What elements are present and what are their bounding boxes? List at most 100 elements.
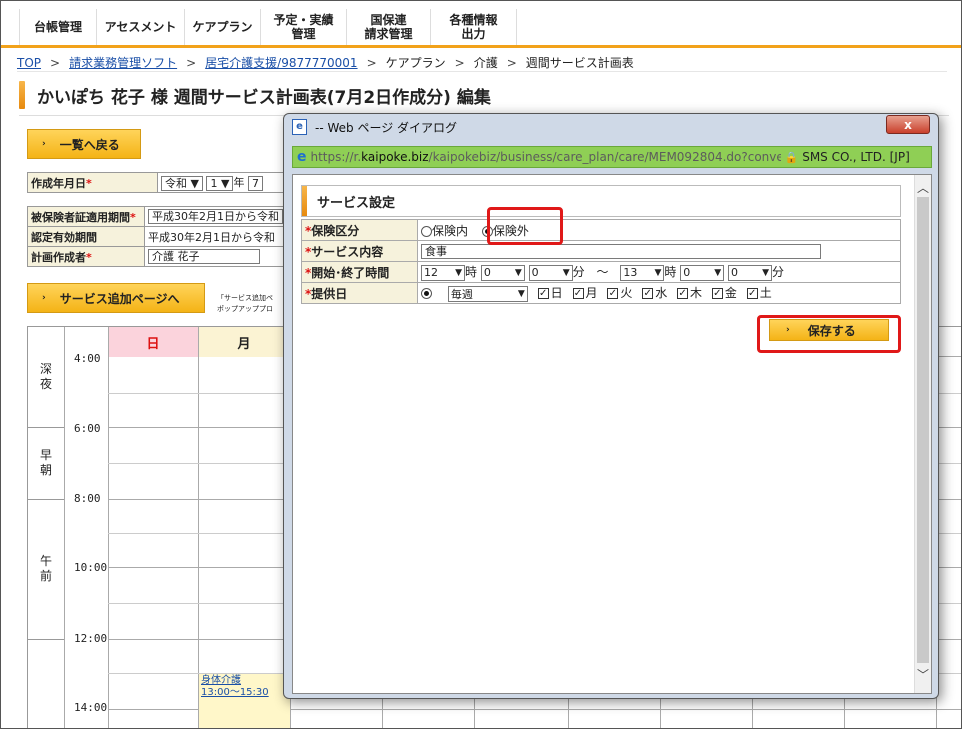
add-service-page-button[interactable]: › サービス追加ページへ (27, 283, 205, 313)
radio-insured[interactable] (421, 225, 432, 237)
section-accent-bar (302, 186, 307, 216)
insured-period-field[interactable]: 平成30年2月1日から令和 (144, 206, 287, 227)
breadcrumb-billing-soft[interactable]: 請求業務管理ソフト (69, 56, 177, 70)
highlight-box (487, 207, 563, 245)
grid-line (108, 327, 109, 728)
ie-page-icon: e (292, 119, 307, 135)
start-minute2-select[interactable]: 0 ▼ (528, 264, 573, 281)
ie-logo-icon: e (297, 149, 307, 165)
day-header-mon: 月 (198, 327, 290, 357)
weekday-label: 日 (550, 286, 563, 301)
tab-billing[interactable]: 国保連 請求管理 (347, 9, 431, 45)
checkbox-sat[interactable]: ✓ (746, 288, 758, 300)
time-label: 6:00 (74, 422, 101, 435)
tab-careplan[interactable]: ケアプラン (185, 9, 261, 45)
arrow-right-icon: › (42, 293, 46, 303)
tab-assessment[interactable]: アセスメント (97, 9, 185, 45)
checkbox-wed[interactable]: ✓ (642, 288, 654, 300)
close-button[interactable]: x (886, 115, 930, 134)
highlight-box (757, 315, 901, 353)
weekday-label: 木 (690, 286, 703, 301)
weekday-label: 月 (585, 286, 598, 301)
time-range-label: *開始･終了時間 (301, 261, 418, 283)
time-label: 12:00 (74, 632, 108, 645)
weekday-label: 火 (620, 286, 633, 301)
event-time: 13:00〜15:30 (201, 687, 269, 698)
time-range-fields: 12 ▼ 時 0 ▼ 0 ▼ 分 〜 13 ▼ 時 0 ▼ 0 ▼ 分 (417, 261, 901, 283)
service-days-fields: 毎週 ▼ ✓ 日 ✓ 月 ✓ 火 ✓ 水 ✓ 木 ✓ 金 ✓ 土 (417, 282, 901, 304)
chevron-down-icon[interactable]: ﹀ (917, 666, 929, 683)
vertical-scrollbar[interactable]: ︿ ﹀ (914, 175, 931, 693)
tab-label: ケアプラン (192, 20, 253, 34)
time-label: 8:00 (74, 492, 101, 505)
schedule-event[interactable]: 身体介護 13:00〜15:30 (198, 674, 290, 728)
radio-weekly[interactable] (421, 288, 432, 300)
breadcrumb-top[interactable]: TOP (17, 56, 41, 70)
end-hour-select[interactable]: 13 ▼ (620, 264, 665, 281)
grid-line (198, 327, 199, 728)
weekday-label: 金 (724, 286, 737, 301)
breadcrumb-sep: > (50, 56, 61, 70)
era-select[interactable]: 令和 ▼ (161, 175, 203, 191)
dialog-content: サービス設定 *保険区分 保険内 保険外 *サービス内容 食事 *開始･終了時間 (292, 174, 932, 694)
breadcrumb: TOP > 請求業務管理ソフト > 居宅介護支援/9877770001 > ケアプラン > 介護… (17, 54, 634, 71)
chevron-up-icon[interactable]: ︿ (917, 179, 929, 196)
minute-unit: 分 (772, 265, 785, 280)
note-line: 「サービス追加ペ (217, 294, 273, 302)
breadcrumb-office[interactable]: 居宅介護支援/9877770001 (205, 56, 357, 70)
breadcrumb-sep: > (454, 56, 465, 70)
web-page-dialog: e -- Web ページ ダイアログ x e https://r.kaipoke… (283, 113, 939, 699)
month-select[interactable]: 1 ▼ (206, 175, 234, 191)
breadcrumb-sep: > (506, 56, 517, 70)
note-line: ポップアッププロ (217, 305, 273, 313)
tab-ledger[interactable]: 台帳管理 (19, 9, 97, 45)
cert-period-label: 認定有効期間 (27, 226, 145, 247)
day-field[interactable]: 7 (247, 175, 263, 191)
checkbox-mon[interactable]: ✓ (572, 288, 584, 300)
band-divider (28, 499, 64, 500)
day-header-sun: 日 (108, 327, 198, 357)
end-minute2-select[interactable]: 0 ▼ (728, 264, 773, 281)
time-label: 4:00 (74, 352, 101, 365)
tab-label: 各種情報 出力 (449, 13, 498, 41)
tab-schedule[interactable]: 予定・実績 管理 (261, 9, 347, 45)
start-minute-select[interactable]: 0 ▼ (480, 264, 525, 281)
band-divider (28, 639, 64, 640)
service-content-input[interactable]: 食事 (421, 243, 821, 259)
page-title-text: かいぽち 花子 様 週間サービス計画表(7月2日作成分) 編集 (37, 87, 491, 108)
checkbox-thu[interactable]: ✓ (677, 288, 689, 300)
back-to-list-button[interactable]: › 一覧へ戻る (27, 129, 141, 159)
plan-date-table: 作成年月日* 令和 ▼ 1 ▼ 年 7 (27, 172, 287, 193)
service-days-label: *提供日 (301, 282, 418, 304)
lock-icon: 🔒 (784, 150, 799, 164)
divider (17, 71, 947, 72)
hour-unit: 時 (664, 265, 677, 280)
weekday-label: 土 (759, 286, 772, 301)
service-settings-table: *保険区分 保険内 保険外 *サービス内容 食事 *開始･終了時間 12 ▼ 時 0… (301, 219, 901, 304)
weekday-label: 水 (655, 286, 668, 301)
tab-label: 台帳管理 (33, 20, 82, 34)
planner-field[interactable]: 介護 花子 (144, 246, 287, 267)
planner-label: 計画作成者* (27, 246, 145, 267)
start-hour-select[interactable]: 12 ▼ (421, 264, 465, 281)
checkbox-sun[interactable]: ✓ (537, 288, 549, 300)
button-label: 一覧へ戻る (59, 137, 120, 152)
tab-label: 予定・実績 管理 (273, 13, 334, 41)
time-label: 10:00 (74, 561, 108, 574)
cert-period-value: 平成30年2月1日から令和 (144, 226, 287, 247)
checkbox-tue[interactable]: ✓ (607, 288, 619, 300)
tab-export[interactable]: 各種情報 出力 (431, 9, 517, 45)
frequency-select[interactable]: 毎週 ▼ (447, 285, 528, 302)
hour-unit: 時 (465, 265, 478, 280)
breadcrumb-sep: > (186, 56, 197, 70)
address-bar[interactable]: e https://r.kaipoke.biz/kaipokebiz/busin… (292, 146, 932, 168)
range-tilde: 〜 (596, 265, 609, 280)
breadcrumb-care: 介護 (473, 56, 498, 70)
checkbox-fri[interactable]: ✓ (711, 288, 723, 300)
close-icon: x (904, 117, 912, 132)
url-text: https://r.kaipoke.biz/kaipokebiz/busines… (310, 150, 781, 164)
scrollbar-thumb[interactable] (917, 197, 929, 663)
service-content-label: *サービス内容 (301, 240, 418, 262)
band-late-night: 深夜 (39, 362, 52, 391)
end-minute-select[interactable]: 0 ▼ (680, 264, 725, 281)
